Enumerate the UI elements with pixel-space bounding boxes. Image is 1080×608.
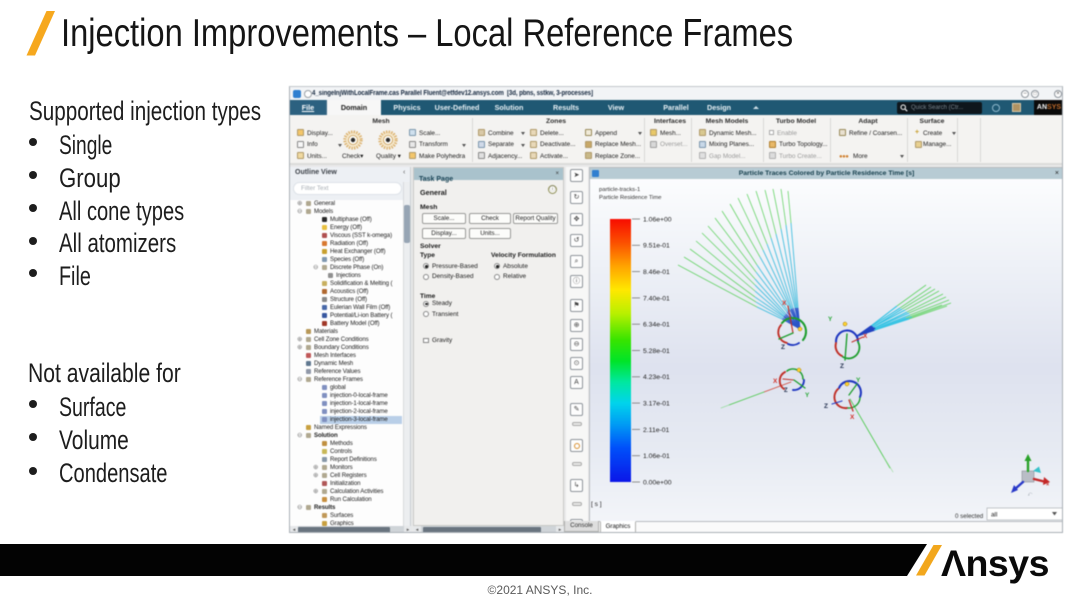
svg-text:3.17e-01: 3.17e-01 [643, 401, 670, 408]
svg-text:Z: Z [824, 403, 828, 410]
svg-text:[ s ]: [ s ] [591, 501, 602, 508]
svg-text:5.28e-01: 5.28e-01 [643, 348, 670, 355]
svg-text:Particle Residence Time: Particle Residence Time [599, 195, 662, 201]
svg-text:all: all [991, 512, 997, 519]
svg-text:6.34e-01: 6.34e-01 [643, 322, 670, 329]
svg-text:X: X [782, 300, 787, 307]
svg-text:Z: Z [781, 344, 785, 351]
svg-text:Y: Y [856, 377, 861, 384]
svg-text:2.11e-01: 2.11e-01 [643, 427, 670, 434]
svg-text:X: X [863, 333, 868, 340]
svg-text:8.46e-01: 8.46e-01 [643, 269, 670, 276]
svg-text:Z: Z [784, 388, 788, 394]
svg-text:1.06e+00: 1.06e+00 [643, 216, 672, 223]
svg-text:Λnsys: Λnsys [941, 542, 1049, 584]
svg-text:Z: Z [840, 363, 844, 370]
svg-text:4.23e-01: 4.23e-01 [643, 374, 670, 381]
svg-text:X: X [850, 414, 855, 421]
svg-text:Y: Y [828, 316, 833, 323]
svg-text:×: × [1046, 482, 1049, 488]
svg-text:7.40e-01: 7.40e-01 [643, 295, 670, 302]
svg-text:X: X [773, 378, 778, 385]
svg-text:0 selected: 0 selected [955, 513, 984, 520]
svg-text:9.51e-01: 9.51e-01 [643, 243, 670, 250]
svg-text:0.00e+00: 0.00e+00 [643, 479, 672, 486]
svg-text:Y: Y [805, 392, 810, 399]
svg-text:particle-tracks-1: particle-tracks-1 [599, 187, 640, 193]
svg-text:1.06e-01: 1.06e-01 [643, 453, 670, 460]
